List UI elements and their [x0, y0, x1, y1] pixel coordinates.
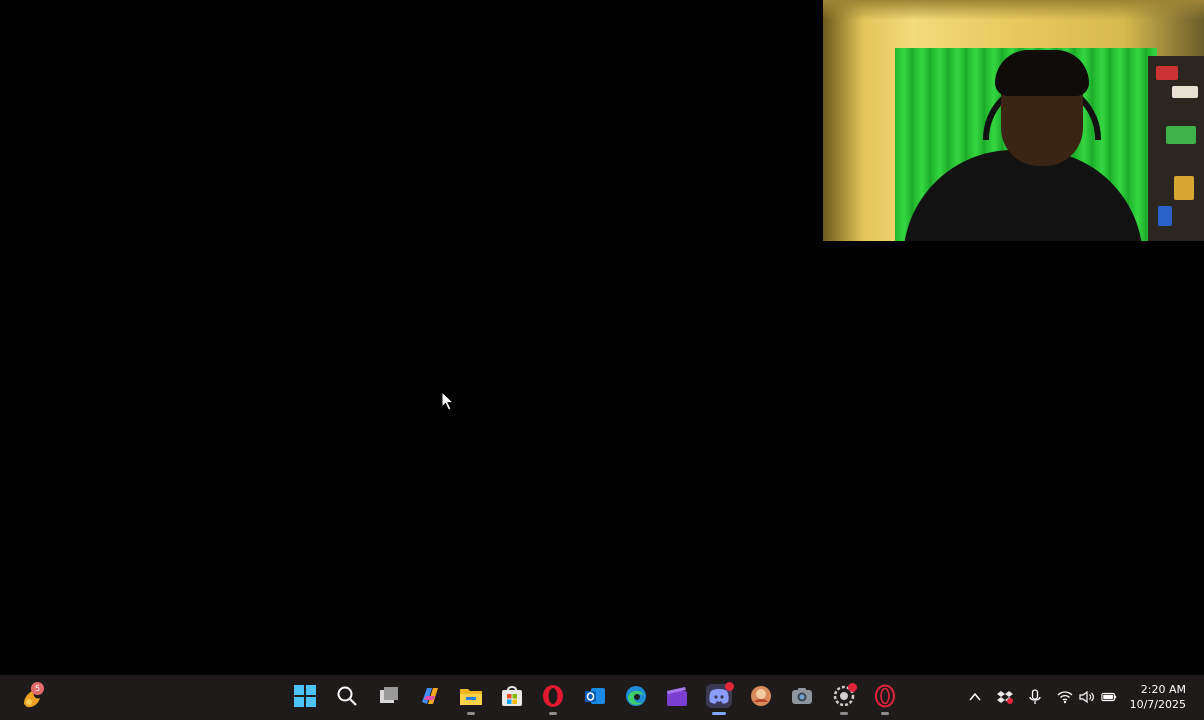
opera-button[interactable] — [540, 683, 566, 715]
edge-icon — [626, 686, 646, 706]
search-button[interactable] — [334, 683, 360, 709]
search-icon — [337, 686, 357, 706]
widget-badge: 5 — [31, 682, 44, 695]
game-app-icon — [751, 686, 771, 706]
wifi-icon — [1057, 691, 1073, 704]
task-view-icon — [380, 687, 398, 703]
settings-app-button[interactable] — [831, 683, 857, 715]
copilot-icon — [422, 688, 438, 704]
clock-time: 2:20 AM — [1140, 683, 1186, 696]
microsoft-store-button[interactable] — [499, 683, 525, 709]
wifi-tray-button[interactable] — [1057, 689, 1073, 705]
weather-widget-button[interactable]: 5 — [18, 682, 44, 710]
mouse-pointer-icon — [441, 391, 455, 411]
chevron-up-icon — [969, 692, 981, 701]
microphone-icon — [1029, 689, 1041, 704]
task-view-button[interactable] — [376, 683, 402, 709]
clipchamp-button[interactable] — [664, 683, 690, 709]
camera-icon — [792, 688, 812, 704]
dropbox-tray-button[interactable] — [997, 689, 1013, 705]
opera-icon — [543, 685, 563, 707]
game-app-button[interactable] — [748, 683, 774, 709]
dropbox-icon — [997, 691, 1013, 704]
outlook-icon — [585, 688, 605, 704]
clock-date: 10/7/2025 — [1129, 698, 1186, 711]
file-explorer-icon — [460, 689, 482, 705]
battery-icon — [1101, 692, 1117, 702]
volume-tray-button[interactable] — [1079, 689, 1095, 705]
windows-logo-icon — [294, 685, 316, 707]
opera-gx-button[interactable] — [872, 683, 898, 715]
show-hidden-icons-button[interactable] — [967, 689, 983, 705]
microsoft-store-icon — [502, 686, 522, 706]
volume-icon — [1079, 690, 1094, 704]
discord-button[interactable] — [706, 682, 734, 715]
clipchamp-icon — [667, 687, 687, 706]
copilot-button[interactable] — [417, 683, 443, 709]
system-clock[interactable]: 2:20 AM 10/7/2025 — [1116, 682, 1186, 712]
notification-badge — [725, 682, 734, 691]
edge-button[interactable] — [623, 683, 649, 709]
shelf — [1148, 56, 1204, 241]
opera-gx-icon — [875, 684, 895, 708]
webcam-overlay — [823, 0, 1204, 241]
battery-tray-button[interactable] — [1101, 689, 1117, 705]
outlook-button[interactable] — [582, 683, 608, 709]
microphone-tray-button[interactable] — [1027, 689, 1043, 705]
file-explorer-button[interactable] — [458, 683, 484, 715]
notification-badge — [848, 683, 857, 692]
camera-button[interactable] — [789, 683, 815, 709]
start-button[interactable] — [292, 683, 318, 709]
